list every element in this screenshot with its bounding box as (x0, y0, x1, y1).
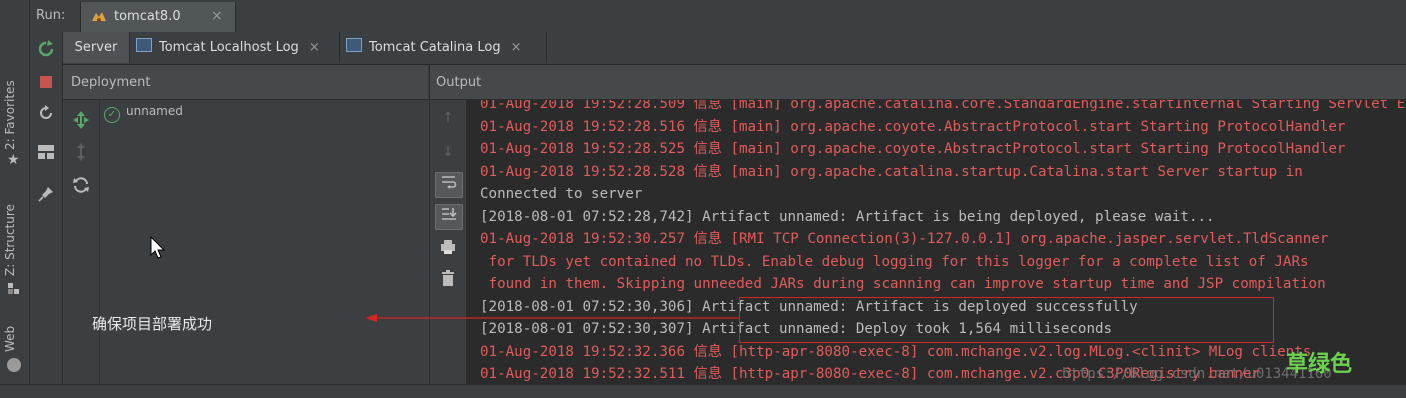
stop-icon[interactable] (36, 72, 56, 92)
structure-tab[interactable]: Z: Structure (3, 200, 23, 276)
web-tab[interactable]: Web (3, 322, 23, 352)
globe-icon (7, 358, 21, 372)
bottom-toolbar (0, 384, 1406, 398)
deployment-actions (63, 100, 100, 384)
run-config-title: tomcat8.0 (114, 9, 181, 24)
scroll-to-end-icon[interactable] (435, 204, 463, 230)
log-line: for TLDs yet contained no TLDs. Enable d… (480, 254, 1309, 270)
structure-icon (8, 280, 20, 294)
tab-tomcat-localhost-log[interactable]: Tomcat Localhost Log × (129, 32, 340, 63)
print-icon[interactable] (435, 238, 461, 262)
favorites-tab[interactable]: 2: Favorites (3, 80, 23, 150)
run-actions-column (30, 32, 63, 384)
pin-icon[interactable] (36, 186, 56, 206)
log-line: 01-Aug-2018 19:52:30.257 信息 [RMI TCP Con… (480, 231, 1329, 247)
deployment-header: Deployment (63, 65, 428, 100)
scroll-down-icon[interactable]: ↓ (435, 140, 461, 164)
output-title: Output (436, 75, 482, 90)
tab-label: Server (74, 40, 118, 55)
tab-tomcat-catalina-log[interactable]: Tomcat Catalina Log × (339, 32, 547, 63)
tab-label: Tomcat Localhost Log (159, 40, 299, 55)
close-icon[interactable]: × (511, 40, 522, 55)
annotation-highlight-box (739, 297, 1274, 343)
trash-icon[interactable] (435, 270, 461, 294)
annotation-arrow (365, 314, 740, 322)
deployment-item-label: unnamed (126, 104, 183, 118)
run-label: Run: (36, 8, 66, 23)
deploy-all-icon[interactable] (71, 110, 91, 134)
left-tool-strip: 2: Favorites ★ Z: Structure Web (0, 0, 30, 397)
rerun-icon[interactable] (36, 40, 56, 60)
log-line: 01-Aug-2018 19:52:28.516 信息 [main] org.a… (480, 119, 1346, 135)
output-header: Output (429, 65, 1406, 100)
log-line: [2018-08-01 07:52:28,742] Artifact unnam… (480, 209, 1215, 225)
soft-wrap-icon[interactable] (435, 172, 463, 198)
tomcat-icon (90, 9, 108, 29)
undeploy-icon[interactable] (71, 142, 91, 166)
log-line: 01-Aug-2018 19:52:28.528 信息 [main] org.a… (480, 164, 1303, 180)
layout-icon[interactable] (36, 144, 56, 164)
log-file-icon (346, 38, 362, 52)
output-actions: ↑ ↓ (429, 100, 467, 384)
tab-label: Tomcat Catalina Log (369, 40, 501, 55)
watermark-text: 草绿色 (1286, 352, 1353, 377)
tab-server[interactable]: Server (63, 32, 129, 63)
scroll-up-icon[interactable]: ↑ (435, 106, 461, 130)
update-icon[interactable] (36, 104, 56, 124)
server-tabs: Server Tomcat Localhost Log × Tomcat Cata… (63, 32, 1406, 65)
mouse-cursor-icon (150, 235, 166, 264)
close-icon[interactable]: × (211, 8, 223, 24)
deployment-item[interactable]: ✓ unnamed (104, 104, 183, 123)
log-line: 01-Aug-2018 19:52:32.366 信息 [http-apr-80… (480, 344, 1312, 360)
close-icon[interactable]: × (309, 40, 320, 55)
log-line: 01-Aug-2018 19:52:28.509 信息 [main] org.a… (480, 100, 1406, 112)
log-line: 01-Aug-2018 19:52:28.525 信息 [main] org.a… (480, 141, 1346, 157)
check-icon: ✓ (104, 107, 120, 123)
deployment-title: Deployment (71, 75, 151, 90)
log-line: Connected to server (480, 186, 643, 202)
run-config-tab[interactable]: tomcat8.0 × (80, 2, 236, 32)
star-icon: ★ (7, 152, 20, 168)
refresh-icon[interactable] (72, 176, 90, 198)
log-line: found in them. Skipping unneeded JARs du… (480, 276, 1326, 292)
run-toolbar: Run: tomcat8.0 × (30, 0, 1406, 33)
log-file-icon (136, 38, 152, 52)
annotation-text: 确保项目部署成功 (92, 315, 213, 333)
